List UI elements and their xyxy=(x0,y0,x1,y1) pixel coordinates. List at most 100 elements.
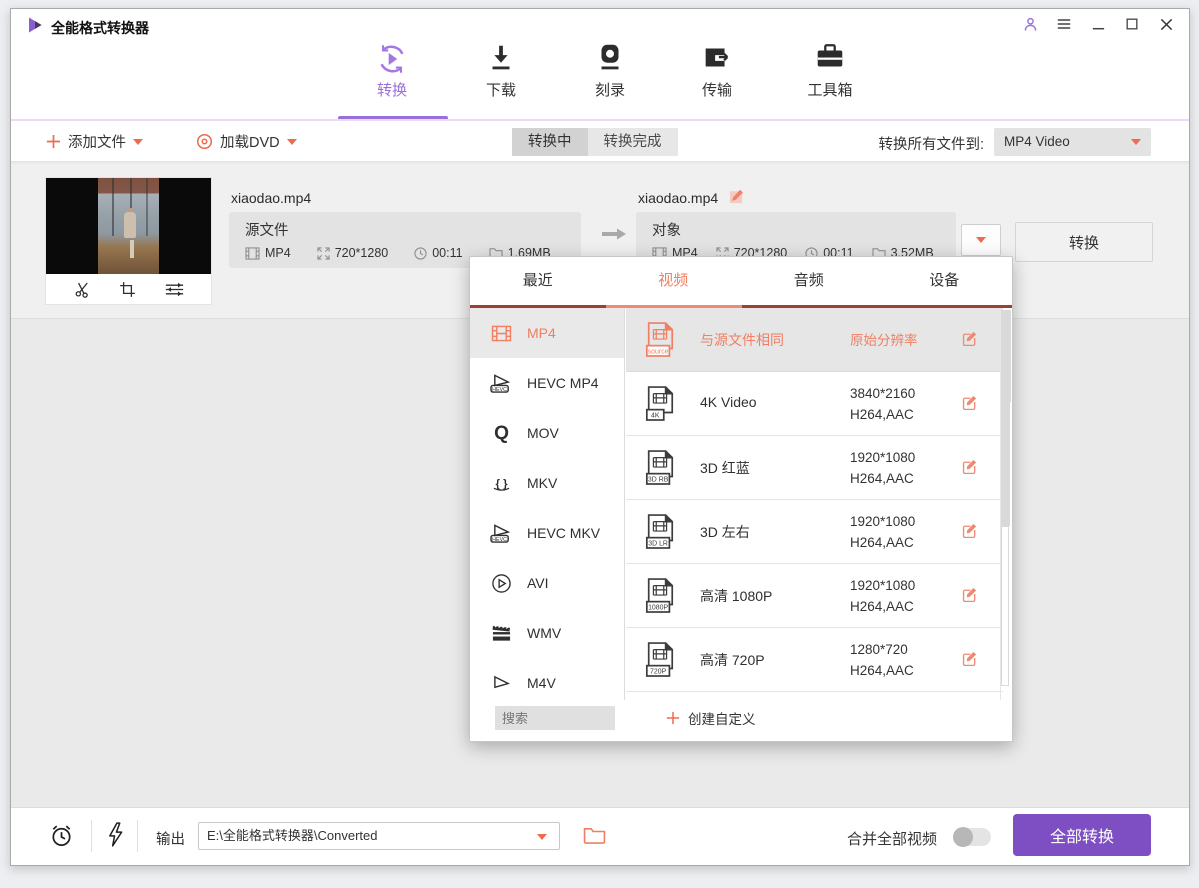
edit-preset-icon[interactable] xyxy=(961,458,978,480)
tab-toolbox[interactable]: 工具箱 xyxy=(795,41,865,113)
rename-icon[interactable] xyxy=(728,188,745,210)
svg-text:HEVC: HEVC xyxy=(492,386,507,392)
video-thumbnail[interactable] xyxy=(46,178,211,304)
format-item-hevc-mkv[interactable]: HEVC HEVC MKV xyxy=(470,508,624,558)
output-path-select[interactable]: E:\全能格式转换器\Converted xyxy=(198,822,560,850)
popup-tab-视频[interactable]: 视频 xyxy=(606,257,742,305)
convert-all-button[interactable]: 全部转换 xyxy=(1013,814,1151,856)
preset-row[interactable]: 720P 高清 720P 1280*720H264,AAC xyxy=(626,628,1003,692)
arrow-right-icon xyxy=(601,226,627,247)
plus-icon xyxy=(666,711,680,725)
hevc-icon: HEVC xyxy=(488,520,514,546)
svg-text:3D LR: 3D LR xyxy=(648,541,668,548)
preset-file-icon: 720P xyxy=(644,641,676,679)
preset-list-scrollbar[interactable] xyxy=(1000,310,1010,702)
svg-text:720P: 720P xyxy=(650,669,667,676)
format-item-hevc-mp4[interactable]: HEVC HEVC MP4 xyxy=(470,358,624,408)
menu-icon[interactable] xyxy=(1055,15,1073,33)
convert-button[interactable]: 转换 xyxy=(1015,222,1153,262)
app-logo-icon xyxy=(26,16,44,34)
open-folder-icon[interactable] xyxy=(583,826,606,844)
tab-finished[interactable]: 转换完成 xyxy=(588,128,678,156)
transfer-icon xyxy=(682,41,752,79)
target-format-dropdown-button[interactable] xyxy=(961,224,1001,256)
svg-text:{ }: { } xyxy=(495,477,508,489)
tab-converting[interactable]: 转换中 xyxy=(512,128,588,156)
edit-preset-icon[interactable] xyxy=(961,330,978,352)
source-panel-title: 源文件 xyxy=(245,219,581,240)
cut-icon[interactable] xyxy=(73,280,92,299)
tab-burn-label: 刻录 xyxy=(595,82,625,99)
convert-icon xyxy=(357,41,427,79)
create-custom-label: 创建自定义 xyxy=(688,708,756,728)
tab-burn[interactable]: 刻录 xyxy=(575,41,645,113)
preset-row[interactable]: 4K 4K Video 3840*2160H264,AAC xyxy=(626,372,1003,436)
add-files-button[interactable]: 添加文件 xyxy=(46,121,143,162)
tab-download[interactable]: 下载 xyxy=(466,41,536,113)
merge-all-toggle[interactable] xyxy=(953,828,991,846)
source-duration: 00:11 xyxy=(432,246,462,260)
preset-row[interactable]: 1080P 高清 1080P 1920*1080H264,AAC xyxy=(626,564,1003,628)
effects-icon[interactable] xyxy=(164,280,185,299)
circle-play-icon xyxy=(488,570,514,596)
preset-file-icon: 3D LR xyxy=(644,513,676,551)
crop-icon[interactable] xyxy=(118,280,137,299)
minimize-icon[interactable] xyxy=(1089,15,1107,33)
popup-tab-音频[interactable]: 音频 xyxy=(741,257,877,305)
preset-row[interactable]: source 与源文件相同 原始分辨率 xyxy=(626,308,1003,372)
plus-icon xyxy=(46,134,61,149)
hevc-icon: HEVC xyxy=(488,370,514,396)
preset-file-icon: 4K xyxy=(644,385,676,423)
output-format-value: MP4 Video xyxy=(1004,134,1070,149)
output-path-value: E:\全能格式转换器\Converted xyxy=(207,828,378,843)
maximize-icon[interactable] xyxy=(1123,15,1141,33)
format-item-mov[interactable]: Q MOV xyxy=(470,408,624,458)
edit-preset-icon[interactable] xyxy=(961,586,978,608)
q-icon: Q xyxy=(488,420,514,446)
dvd-icon xyxy=(196,133,213,150)
edit-preset-icon[interactable] xyxy=(961,522,978,544)
svg-text:4K: 4K xyxy=(651,413,660,420)
tab-convert-label: 转换 xyxy=(377,82,407,99)
preset-row[interactable]: 3D LR 3D 左右 1920*1080H264,AAC xyxy=(626,500,1003,564)
merge-all-label: 合并全部视频 xyxy=(847,828,937,849)
preset-file-icon: 3D RB xyxy=(644,449,676,487)
convert-all-to-label: 转换所有文件到: xyxy=(878,133,984,154)
format-item-m4v[interactable]: M4V xyxy=(470,658,624,702)
chevron-down-icon xyxy=(537,834,547,840)
svg-text:1080P: 1080P xyxy=(648,605,668,612)
format-item-avi[interactable]: AVI xyxy=(470,558,624,608)
popup-footer: 创建自定义 xyxy=(470,700,1012,741)
popup-tab-设备[interactable]: 设备 xyxy=(877,257,1013,305)
load-dvd-button[interactable]: 加载DVD xyxy=(196,121,297,162)
output-format-dropdown[interactable]: MP4 Video xyxy=(994,128,1151,156)
close-icon[interactable] xyxy=(1157,15,1175,33)
tab-toolbox-label: 工具箱 xyxy=(807,82,852,99)
play-outline-icon xyxy=(488,670,514,696)
format-item-wmv[interactable]: WMV xyxy=(470,608,624,658)
tab-convert[interactable]: 转换 xyxy=(357,41,427,113)
schedule-icon[interactable] xyxy=(49,823,74,848)
preset-file-icon: source xyxy=(644,321,676,359)
svg-text:source: source xyxy=(648,349,669,356)
format-item-mkv[interactable]: { } MKV xyxy=(470,458,624,508)
user-icon[interactable] xyxy=(1021,15,1039,33)
tab-download-label: 下载 xyxy=(486,82,516,99)
edit-preset-icon[interactable] xyxy=(961,394,978,416)
divider xyxy=(91,820,92,852)
chevron-down-icon xyxy=(287,139,297,145)
mkv-icon: { } xyxy=(488,470,514,496)
format-item-mp4[interactable]: MP4 xyxy=(470,308,624,358)
svg-text:Q: Q xyxy=(494,423,509,444)
chevron-down-icon xyxy=(1131,139,1141,145)
edit-preset-icon[interactable] xyxy=(961,650,978,672)
popup-tab-最近[interactable]: 最近 xyxy=(470,257,606,305)
preset-row[interactable]: 3D RB 3D 红蓝 1920*1080H264,AAC xyxy=(626,436,1003,500)
search-input[interactable] xyxy=(495,706,615,730)
app-window: 全能格式转换器 转换 xyxy=(10,8,1190,866)
app-title: 全能格式转换器 xyxy=(51,18,149,38)
tab-transfer[interactable]: 传输 xyxy=(682,41,752,113)
create-custom-button[interactable]: 创建自定义 xyxy=(666,708,756,728)
divider xyxy=(137,820,138,852)
high-speed-icon[interactable] xyxy=(107,822,124,847)
